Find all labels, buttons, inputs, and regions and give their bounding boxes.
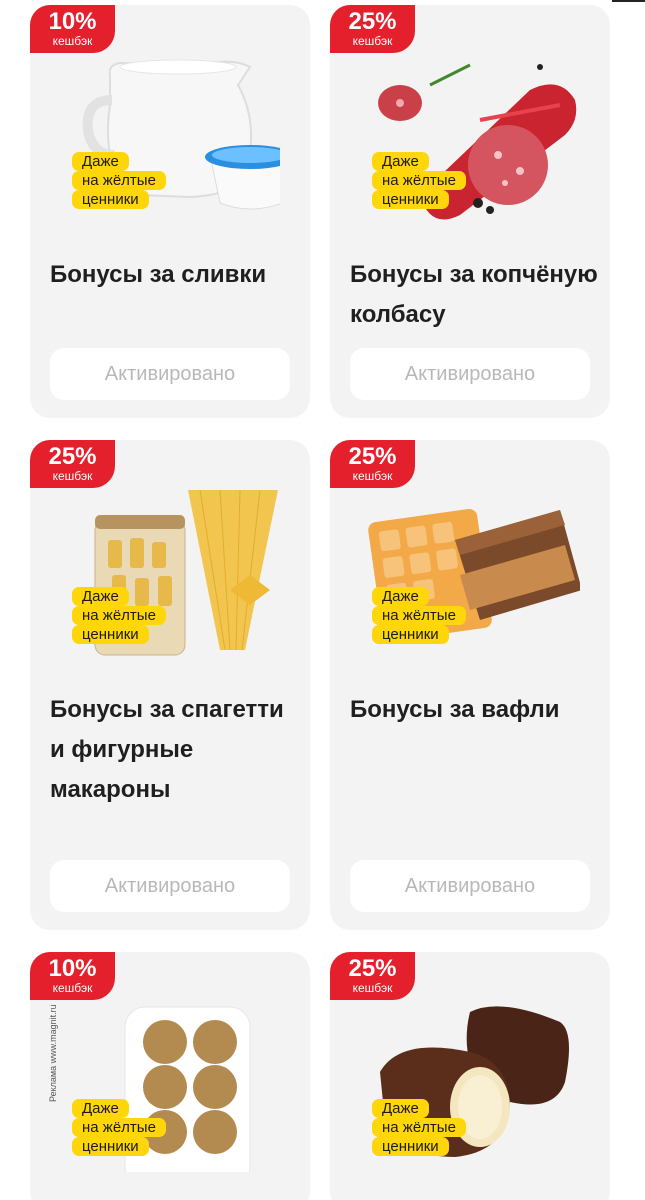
cashback-percent: 25%: [348, 443, 397, 470]
cashback-badge: 25% кешбэк: [330, 5, 415, 53]
cashback-label: кешбэк: [52, 981, 93, 995]
yellow-price-tag: Даже на жёлтые ценники: [72, 152, 166, 209]
cashback-badge: 25% кешбэк: [30, 440, 115, 488]
ad-note: Реклама www.magnit.ru: [48, 1004, 58, 1102]
cashback-label: кешбэк: [52, 469, 93, 483]
yellow-price-tag: Даже на жёлтые ценники: [72, 1099, 166, 1156]
offer-title: Бонусы за сливки: [50, 261, 267, 288]
offer-card-glazed-curd[interactable]: 25% кешбэк Даже на жёлтые ценники: [330, 952, 610, 1200]
cashback-badge: 10% кешбэк: [30, 5, 115, 53]
activated-button[interactable]: Активировано: [50, 348, 290, 400]
activated-button[interactable]: Активировано: [350, 860, 590, 912]
cashback-badge: 10% кешбэк: [30, 952, 115, 1000]
yellow-price-tag: Даже на жёлтые ценники: [372, 152, 466, 209]
cashback-percent: 25%: [348, 8, 397, 35]
cashback-badge: 25% кешбэк: [330, 440, 415, 488]
yellow-price-tag: Даже на жёлтые ценники: [372, 1099, 466, 1156]
activated-button[interactable]: Активировано: [50, 860, 290, 912]
cashback-percent: 25%: [348, 955, 397, 982]
cashback-percent: 10%: [48, 955, 97, 982]
offer-card-crispbread[interactable]: Реклама www.magnit.ru 10% кешбэк Даже на…: [30, 952, 310, 1200]
cashback-label: кешбэк: [352, 34, 393, 48]
cashback-label: кешбэк: [352, 981, 393, 995]
top-edge-line: [612, 0, 645, 2]
yellow-price-tag: Даже на жёлтые ценники: [372, 587, 466, 644]
offer-card-waffles[interactable]: 25% кешбэк Даже на жёлтые ценники Бонусы…: [330, 440, 610, 930]
cashback-badge: 25% кешбэк: [330, 952, 415, 1000]
cashback-label: кешбэк: [52, 34, 93, 48]
offer-title: Бонусы за вафли: [350, 696, 560, 723]
activated-button[interactable]: Активировано: [350, 348, 590, 400]
offer-card-cream[interactable]: 10% кешбэк Даже на жёлтые ценники Бонусы…: [30, 5, 310, 418]
offer-title: Бонусы за копчёную колбасу: [350, 261, 598, 328]
offers-page: 10% кешбэк Даже на жёлтые ценники Бонусы…: [0, 0, 645, 1200]
offer-card-pasta[interactable]: 25% кешбэк Даже на жёлтые ценники Бонусы…: [30, 440, 310, 930]
offer-title: Бонусы за спагетти и фигурные макароны: [50, 696, 284, 803]
cashback-percent: 10%: [48, 8, 97, 35]
yellow-price-tag: Даже на жёлтые ценники: [72, 587, 166, 644]
cashback-percent: 25%: [48, 443, 97, 470]
cashback-label: кешбэк: [352, 469, 393, 483]
offer-card-smoked-sausage[interactable]: 25% кешбэк Даже на жёлтые ценники Бонусы…: [330, 5, 610, 418]
